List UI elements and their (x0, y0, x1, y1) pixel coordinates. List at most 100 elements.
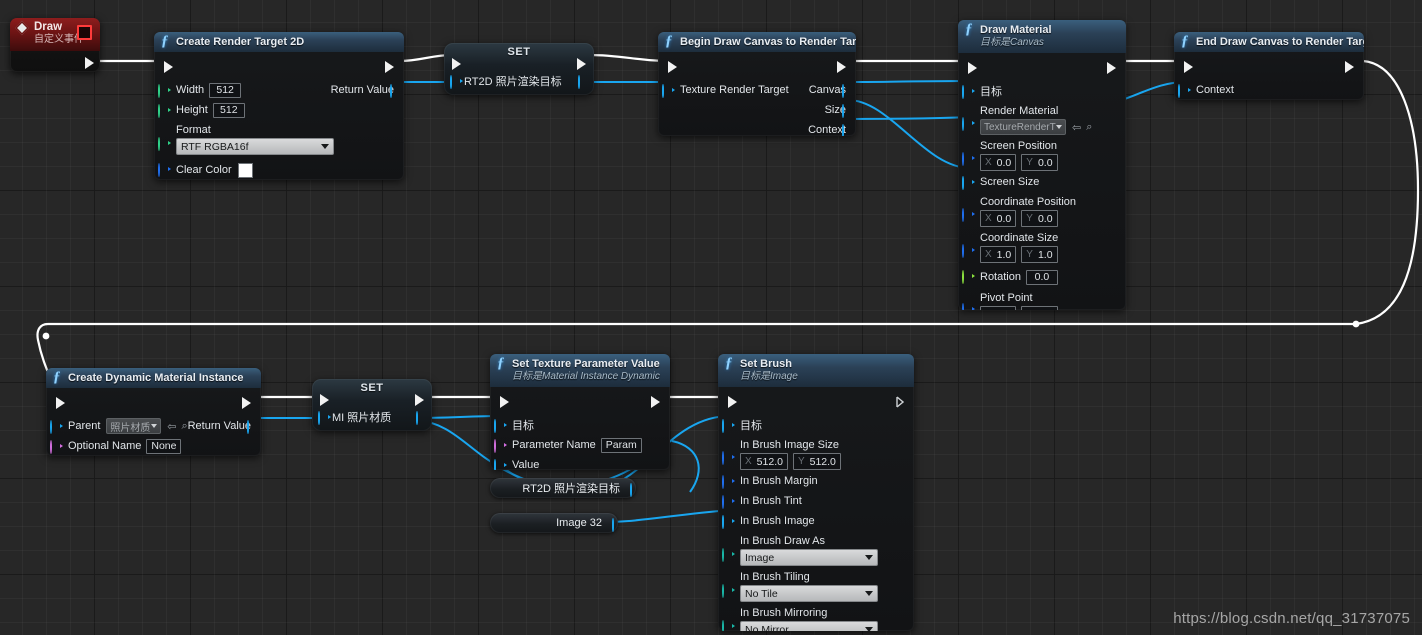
asset-picker-render-material[interactable]: TextureRenderT (980, 119, 1066, 135)
dropdown-in-brush-tiling[interactable]: No Tile (740, 585, 878, 602)
node-set-brush[interactable]: ƒ Set Brush 目标是Image 目标 In Brush Image S… (718, 354, 914, 631)
pin-parameter-name[interactable] (494, 439, 507, 453)
pin-in-brush-mirroring[interactable] (722, 620, 735, 631)
delete-event-icon[interactable] (77, 25, 92, 40)
pin-in-brush-margin[interactable] (722, 475, 735, 489)
pin-return-value[interactable] (247, 420, 257, 434)
input-screen-position-y[interactable]: Y 0.0 (1021, 154, 1058, 171)
exec-out-pin-set-rt2d[interactable] (577, 58, 586, 70)
exec-in-pin-set-mi[interactable] (320, 394, 329, 406)
asset-picker-parent[interactable]: 照片材质 (106, 418, 162, 434)
pin-in-brush-image[interactable] (722, 515, 735, 529)
input-coordinate-position-x[interactable]: X 0.0 (980, 210, 1017, 227)
browse-asset-icon[interactable]: ⌕ (1086, 121, 1092, 134)
pin-return-value[interactable] (390, 84, 400, 98)
pin-target[interactable] (962, 85, 975, 99)
node-create-dynamic-material-instance[interactable]: ƒ Create Dynamic Material Instance Paren… (46, 368, 261, 456)
color-swatch-clear-color[interactable] (237, 162, 253, 178)
exec-in-pin[interactable] (968, 62, 977, 74)
exec-out-pin[interactable] (651, 396, 660, 408)
exec-out-pin-draw-event[interactable] (85, 57, 94, 69)
dropdown-in-brush-mirroring-value: No Mirror (745, 623, 789, 632)
pin-in-brush-tiling[interactable] (722, 584, 735, 598)
pin-parent[interactable] (50, 420, 63, 434)
input-optional-name[interactable]: None (146, 438, 182, 454)
input-screen-position-x[interactable]: X 0.0 (980, 154, 1017, 171)
pin-in-brush-draw-as[interactable] (722, 548, 735, 562)
pin-canvas[interactable] (842, 84, 852, 98)
pin-texture-render-target[interactable] (662, 84, 675, 98)
input-brush-image-size-x[interactable]: X 512.0 (740, 453, 788, 470)
pin-set-mi-out[interactable] (416, 411, 426, 425)
pin-context[interactable] (842, 124, 852, 136)
use-selected-asset-icon[interactable]: ⇦ (167, 420, 176, 433)
exec-in-pin-set-rt2d[interactable] (452, 58, 461, 70)
exec-out-pin[interactable] (1107, 62, 1116, 74)
use-selected-asset-icon[interactable]: ⇦ (1072, 121, 1081, 134)
pin-format[interactable] (158, 137, 171, 151)
node-getter-rt2d[interactable]: RT2D 照片渲染目标 (490, 478, 636, 498)
exec-out-pin[interactable] (1345, 61, 1354, 73)
pin-rotation[interactable] (962, 270, 975, 284)
exec-in-pin[interactable] (728, 396, 737, 408)
pin-in-brush-tint[interactable] (722, 495, 735, 509)
input-coordinate-size-x[interactable]: X 1.0 (980, 246, 1017, 263)
pin-size[interactable] (842, 104, 852, 118)
exec-out-pin[interactable] (385, 61, 394, 73)
label-format: Format (176, 124, 211, 136)
exec-in-pin[interactable] (56, 397, 65, 409)
pin-screen-position[interactable] (962, 152, 975, 166)
exec-out-pin-set-mi[interactable] (415, 394, 424, 406)
value-coordinate-position-y: 0.0 (1037, 212, 1053, 225)
pin-target[interactable] (722, 419, 735, 433)
exec-out-pin[interactable] (896, 396, 905, 411)
pin-value[interactable] (494, 459, 507, 470)
input-rotation[interactable]: 0.0 (1025, 269, 1058, 285)
pin-clear-color[interactable] (158, 163, 171, 177)
input-pivot-point-x[interactable]: X 0.5 (980, 306, 1017, 310)
node-end-draw-canvas-to-render-target[interactable]: ƒ End Draw Canvas to Render Target Conte… (1174, 32, 1364, 100)
pin-render-material[interactable] (962, 117, 975, 131)
node-begin-draw-canvas-to-render-target[interactable]: ƒ Begin Draw Canvas to Render Target Tex… (658, 32, 856, 136)
pin-getter-rt2d-out[interactable] (630, 482, 632, 497)
pin-set-rt2d-out[interactable] (578, 75, 588, 89)
node-set-texture-parameter-value[interactable]: ƒ Set Texture Parameter Value 目标是Materia… (490, 354, 670, 470)
pin-optional-name[interactable] (50, 440, 63, 454)
input-brush-image-size-y[interactable]: Y 512.0 (792, 453, 841, 470)
pin-context[interactable] (1178, 84, 1191, 98)
pin-in-brush-image-size[interactable] (722, 451, 735, 465)
node-getter-image-32[interactable]: Image 32 (490, 513, 618, 533)
exec-out-pin[interactable] (837, 61, 846, 73)
input-pivot-point-y[interactable]: Y 0.5 (1021, 306, 1058, 310)
node-create-render-target-2d[interactable]: ƒ Create Render Target 2D Width 512 Retu… (154, 32, 404, 180)
pin-width[interactable] (158, 84, 171, 98)
pin-set-mi-in[interactable] (318, 411, 331, 425)
pin-screen-size[interactable] (962, 176, 975, 190)
node-draw-material[interactable]: ƒ Draw Material 目标是Canvas 目标 Render Mate (958, 20, 1126, 310)
exec-out-pin[interactable] (242, 397, 251, 409)
pin-coordinate-size[interactable] (962, 244, 975, 258)
dropdown-in-brush-mirroring[interactable]: No Mirror (740, 621, 878, 631)
node-set-rt2d[interactable]: SET RT2D 照片渲染目标 (444, 43, 594, 95)
pin-set-rt2d-in[interactable] (450, 75, 463, 89)
pin-target[interactable] (494, 419, 507, 433)
pin-coordinate-position[interactable] (962, 208, 975, 222)
input-parameter-name[interactable]: Param (600, 437, 642, 453)
input-coordinate-size-y[interactable]: Y 1.0 (1021, 246, 1058, 263)
input-height[interactable]: 512 (212, 102, 245, 118)
node-set-mi[interactable]: SET MI 照片材质 (312, 379, 432, 431)
blueprint-graph-canvas[interactable]: Draw 自定义事件 ƒ Create Render Target 2D Wid… (0, 0, 1422, 635)
dropdown-format[interactable]: RTF RGBA16f (176, 138, 334, 155)
node-draw-custom-event[interactable]: Draw 自定义事件 (10, 18, 100, 72)
pin-pivot-point[interactable] (962, 303, 975, 310)
exec-row (490, 391, 670, 415)
exec-in-pin[interactable] (164, 61, 173, 73)
pin-getter-image-32-out[interactable] (612, 517, 614, 532)
input-coordinate-position-y[interactable]: Y 0.0 (1021, 210, 1058, 227)
dropdown-in-brush-draw-as[interactable]: Image (740, 549, 878, 566)
exec-in-pin[interactable] (500, 396, 509, 408)
pin-height[interactable] (158, 104, 171, 118)
exec-in-pin[interactable] (1184, 61, 1193, 73)
exec-in-pin[interactable] (668, 61, 677, 73)
input-width[interactable]: 512 (209, 82, 242, 98)
